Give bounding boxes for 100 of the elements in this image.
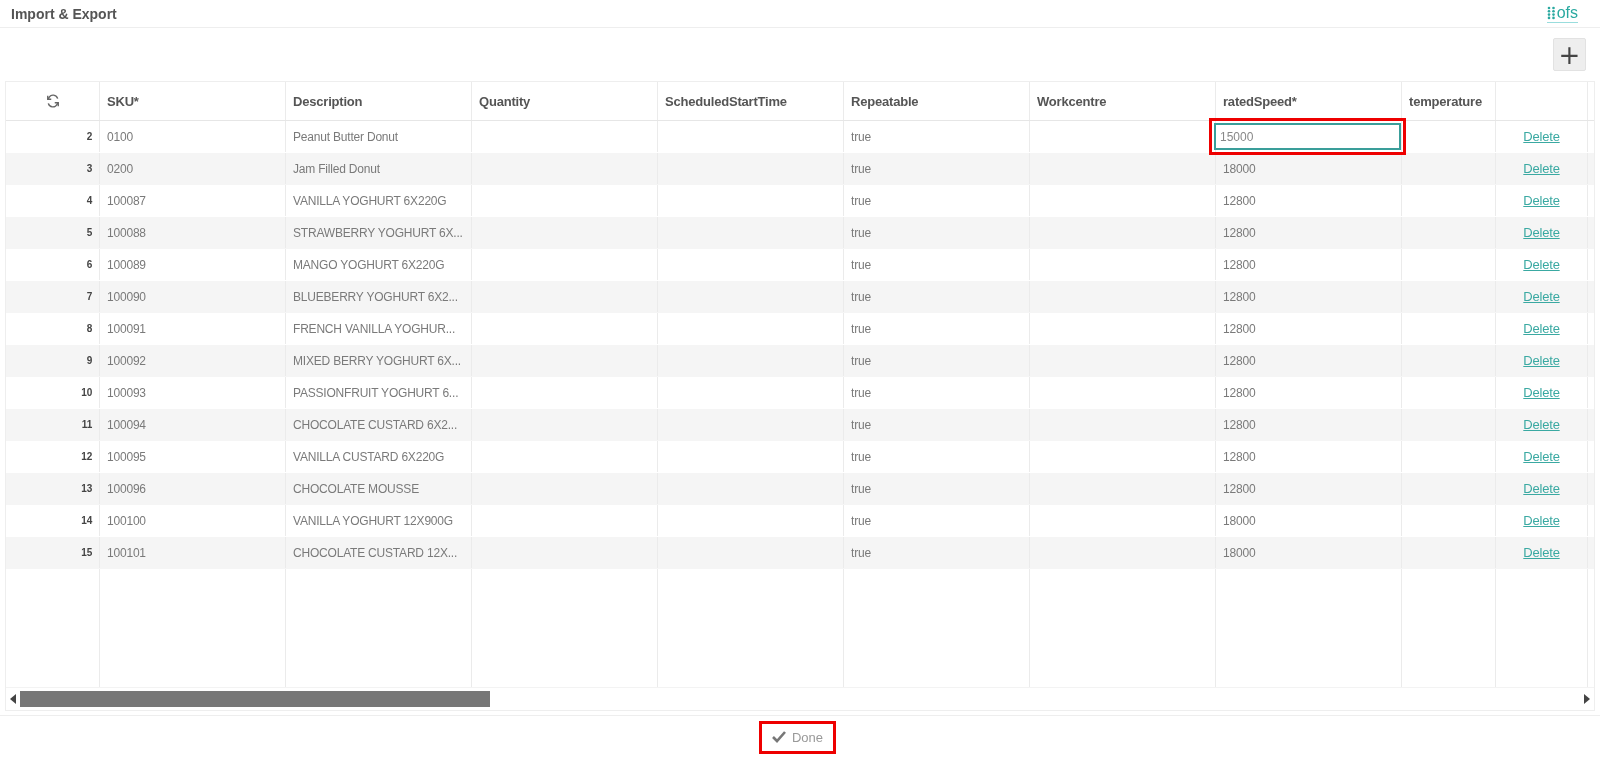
column-header: Description xyxy=(293,93,363,109)
delete-link[interactable]: Delete xyxy=(1523,449,1560,464)
row-number: 11 xyxy=(81,419,92,430)
table-cell: 12800 xyxy=(1223,321,1256,336)
table-cell: 100100 xyxy=(107,513,146,528)
table-cell: true xyxy=(851,193,871,208)
delete-link[interactable]: Delete xyxy=(1523,385,1560,400)
column-header: Workcentre xyxy=(1037,93,1107,109)
delete-link[interactable]: Delete xyxy=(1523,545,1560,560)
table-cell: 12800 xyxy=(1223,353,1256,368)
table-cell: true xyxy=(851,513,871,528)
table-cell: CHOCOLATE MOUSSE xyxy=(293,481,419,496)
table-cell: 12800 xyxy=(1223,289,1256,304)
table-cell: true xyxy=(851,257,871,272)
table-cell: VANILLA YOGHURT 12X900G xyxy=(293,513,453,528)
check-icon xyxy=(771,731,786,743)
delete-link[interactable]: Delete xyxy=(1523,257,1560,272)
table-cell: 100089 xyxy=(107,257,146,272)
table-cell: VANILLA YOGHURT 6X220G xyxy=(293,193,447,208)
table-cell: true xyxy=(851,353,871,368)
table-cell: true xyxy=(851,225,871,240)
table-cell: Jam Filled Donut xyxy=(293,161,380,176)
table-cell: 100092 xyxy=(107,353,146,368)
table-cell: 0200 xyxy=(107,161,133,176)
row-number: 15 xyxy=(81,547,92,558)
delete-link[interactable]: Delete xyxy=(1523,289,1560,304)
table-cell: 12800 xyxy=(1223,257,1256,272)
table-cell: true xyxy=(851,545,871,560)
scroll-right-icon[interactable] xyxy=(1584,694,1590,704)
table-cell: STRAWBERRY YOGHURT 6X... xyxy=(293,225,463,240)
table-cell: 100096 xyxy=(107,481,146,496)
delete-link[interactable]: Delete xyxy=(1523,129,1560,144)
table-cell: true xyxy=(851,417,871,432)
table-cell: 100090 xyxy=(107,289,146,304)
table-cell: 18000 xyxy=(1223,513,1256,528)
table-cell: true xyxy=(851,161,871,176)
column-header: Quantity xyxy=(479,93,531,109)
scroll-left-icon[interactable] xyxy=(10,694,16,704)
table-cell: 12800 xyxy=(1223,449,1256,464)
row-number: 7 xyxy=(86,291,92,302)
row-number: 3 xyxy=(86,163,92,174)
column-header: Repeatable xyxy=(851,93,919,109)
table-cell: 100093 xyxy=(107,385,146,400)
table-cell: 12800 xyxy=(1223,385,1256,400)
table-cell: CHOCOLATE CUSTARD 12X... xyxy=(293,545,458,560)
done-button[interactable]: Done xyxy=(758,720,837,754)
table-cell: 100095 xyxy=(107,449,146,464)
row-number: 5 xyxy=(86,227,92,238)
logo: ofs xyxy=(1546,4,1578,23)
delete-link[interactable]: Delete xyxy=(1523,161,1560,176)
row-number: 6 xyxy=(86,259,92,270)
table-cell: 18000 xyxy=(1223,545,1256,560)
table-cell: 12800 xyxy=(1223,417,1256,432)
delete-link[interactable]: Delete xyxy=(1523,193,1560,208)
column-header: SKU* xyxy=(107,93,139,109)
input-field[interactable]: 15000 xyxy=(1214,123,1401,150)
delete-link[interactable]: Delete xyxy=(1523,225,1560,240)
table-cell: 0100 xyxy=(107,129,133,144)
table-cell: Peanut Butter Donut xyxy=(293,129,398,144)
row-number: 12 xyxy=(81,451,92,462)
delete-link[interactable]: Delete xyxy=(1523,481,1560,496)
table-cell: true xyxy=(851,449,871,464)
delete-link[interactable]: Delete xyxy=(1523,321,1560,336)
table-cell: PASSIONFRUIT YOGHURT 6... xyxy=(293,385,459,400)
table-cell: true xyxy=(851,129,871,144)
delete-link[interactable]: Delete xyxy=(1523,513,1560,528)
column-header: ratedSpeed* xyxy=(1223,93,1297,109)
table-cell: MANGO YOGHURT 6X220G xyxy=(293,257,445,272)
table-cell: 100088 xyxy=(107,225,146,240)
scroll-thumb[interactable] xyxy=(20,691,490,707)
table-cell: 18000 xyxy=(1223,161,1256,176)
table-cell: true xyxy=(851,385,871,400)
table-cell: 100087 xyxy=(107,193,146,208)
column-header: temperature xyxy=(1409,93,1482,109)
table-cell: CHOCOLATE CUSTARD 6X2... xyxy=(293,417,458,432)
row-number: 13 xyxy=(81,483,92,494)
table-cell: true xyxy=(851,321,871,336)
delete-link[interactable]: Delete xyxy=(1523,417,1560,432)
table-cell: 12800 xyxy=(1223,193,1256,208)
row-number: 8 xyxy=(86,323,92,334)
table-cell: MIXED BERRY YOGHURT 6X... xyxy=(293,353,461,368)
add-button[interactable]: + xyxy=(1553,38,1586,71)
table-cell: FRENCH VANILLA YOGHUR... xyxy=(293,321,456,336)
delete-link[interactable]: Delete xyxy=(1523,353,1560,368)
refresh-icon[interactable] xyxy=(45,94,60,108)
dots-icon xyxy=(1546,6,1556,20)
table-cell: 100091 xyxy=(107,321,146,336)
row-number: 9 xyxy=(86,355,92,366)
table-cell: 100101 xyxy=(107,545,146,560)
column-header: ScheduledStartTime xyxy=(665,93,787,109)
table-cell: 100094 xyxy=(107,417,146,432)
table-cell: 12800 xyxy=(1223,481,1256,496)
row-number: 4 xyxy=(86,195,92,206)
table-cell: BLUEBERRY YOGHURT 6X2... xyxy=(293,289,458,304)
row-number: 14 xyxy=(81,515,92,526)
table-cell: 12800 xyxy=(1223,225,1256,240)
table-cell: VANILLA CUSTARD 6X220G xyxy=(293,449,445,464)
window-title: Import & Export xyxy=(11,5,117,22)
table-cell: true xyxy=(851,481,871,496)
row-number: 2 xyxy=(86,131,92,142)
